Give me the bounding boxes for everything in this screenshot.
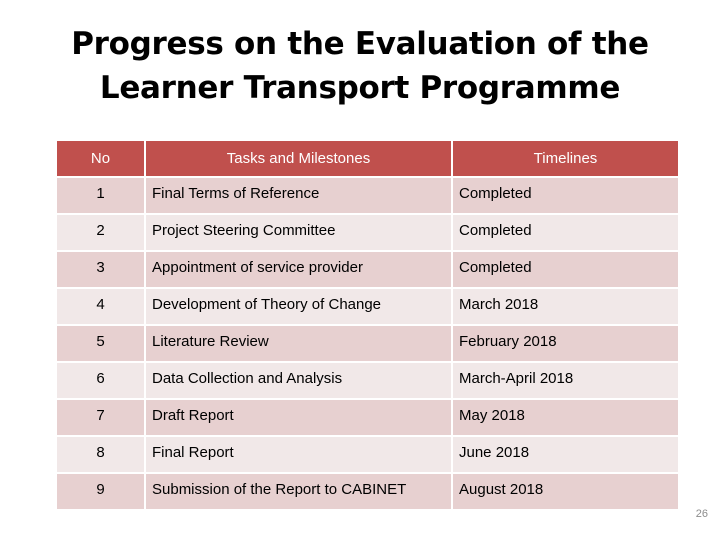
- row-timeline: August 2018: [453, 474, 678, 509]
- row-number: 2: [57, 215, 144, 250]
- row-task: Appointment of service provider: [146, 252, 451, 287]
- row-timeline: June 2018: [453, 437, 678, 472]
- table-row: 4 Development of Theory of Change March …: [57, 289, 678, 324]
- table-row: 7 Draft Report May 2018: [57, 400, 678, 435]
- row-number: 6: [57, 363, 144, 398]
- row-number: 7: [57, 400, 144, 435]
- row-timeline: Completed: [453, 178, 678, 213]
- milestones-table: No Tasks and Milestones Timelines 1 Fina…: [55, 139, 680, 511]
- header-timelines: Timelines: [453, 141, 678, 176]
- row-timeline: March-April 2018: [453, 363, 678, 398]
- row-timeline: Completed: [453, 252, 678, 287]
- row-task: Final Report: [146, 437, 451, 472]
- row-timeline: February 2018: [453, 326, 678, 361]
- slide-title: Progress on the Evaluation of the Learne…: [0, 22, 720, 110]
- row-task: Development of Theory of Change: [146, 289, 451, 324]
- row-timeline: March 2018: [453, 289, 678, 324]
- table-row: 8 Final Report June 2018: [57, 437, 678, 472]
- row-number: 5: [57, 326, 144, 361]
- row-number: 9: [57, 474, 144, 509]
- row-timeline: Completed: [453, 215, 678, 250]
- table-row: 9 Submission of the Report to CABINET Au…: [57, 474, 678, 509]
- row-number: 3: [57, 252, 144, 287]
- row-task: Project Steering Committee: [146, 215, 451, 250]
- table-row: 6 Data Collection and Analysis March-Apr…: [57, 363, 678, 398]
- row-task: Literature Review: [146, 326, 451, 361]
- row-number: 8: [57, 437, 144, 472]
- table-row: 3 Appointment of service provider Comple…: [57, 252, 678, 287]
- table-header-row: No Tasks and Milestones Timelines: [57, 141, 678, 176]
- header-no: No: [57, 141, 144, 176]
- page-number: 26: [695, 508, 708, 520]
- row-timeline: May 2018: [453, 400, 678, 435]
- row-task: Data Collection and Analysis: [146, 363, 451, 398]
- row-task: Draft Report: [146, 400, 451, 435]
- row-task: Final Terms of Reference: [146, 178, 451, 213]
- table-row: 5 Literature Review February 2018: [57, 326, 678, 361]
- slide-title-line-1: Progress on the Evaluation of the: [71, 26, 649, 62]
- row-number: 4: [57, 289, 144, 324]
- header-tasks-and-milestones: Tasks and Milestones: [146, 141, 451, 176]
- slide-title-line-2: Learner Transport Programme: [99, 70, 621, 106]
- table-row: 1 Final Terms of Reference Completed: [57, 178, 678, 213]
- table-row: 2 Project Steering Committee Completed: [57, 215, 678, 250]
- row-task: Submission of the Report to CABINET: [146, 474, 451, 509]
- row-number: 1: [57, 178, 144, 213]
